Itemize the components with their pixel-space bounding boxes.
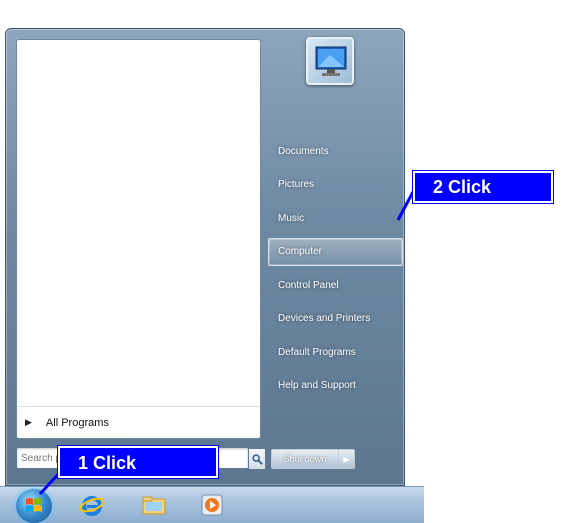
shutdown-options-button[interactable]: ▶ bbox=[339, 449, 355, 469]
all-programs-item[interactable]: ▶ All Programs bbox=[17, 406, 260, 438]
explorer-folder-icon[interactable] bbox=[140, 491, 168, 519]
right-pane: Documents Pictures Music Computer Contro… bbox=[268, 137, 403, 405]
step-2-callout: 2 Click bbox=[413, 171, 553, 203]
all-programs-label: All Programs bbox=[45, 416, 109, 429]
ie-logo-icon bbox=[79, 496, 105, 516]
start-button[interactable] bbox=[16, 489, 52, 523]
shutdown-button[interactable]: Shut down bbox=[271, 449, 339, 469]
monitor-icon bbox=[315, 46, 347, 76]
documents-item[interactable]: Documents bbox=[268, 137, 403, 165]
taskbar bbox=[0, 486, 424, 523]
user-picture[interactable] bbox=[306, 37, 354, 85]
help-support-item[interactable]: Help and Support bbox=[268, 372, 403, 400]
shutdown-label: Shut down bbox=[283, 454, 327, 464]
music-item[interactable]: Music bbox=[268, 204, 403, 232]
control-panel-label: Control Panel bbox=[278, 279, 339, 291]
help-support-label: Help and Support bbox=[278, 380, 356, 391]
documents-label: Documents bbox=[278, 145, 329, 157]
programs-pane: ▶ All Programs bbox=[16, 39, 261, 439]
step-1-label: 1 Click bbox=[78, 453, 137, 473]
default-programs-label: Default Programs bbox=[278, 346, 356, 358]
triangle-right-icon: ▶ bbox=[343, 454, 350, 464]
magnifier-icon bbox=[251, 453, 263, 465]
windows-logo-icon bbox=[26, 498, 42, 512]
control-panel-item[interactable]: Control Panel bbox=[268, 271, 403, 299]
play-icon bbox=[201, 494, 223, 516]
step-2-label: 2 Click bbox=[433, 177, 492, 197]
devices-printers-label: Devices and Printers bbox=[278, 313, 371, 324]
pictures-item[interactable]: Pictures bbox=[268, 171, 403, 199]
search-button[interactable] bbox=[248, 448, 266, 470]
media-player-icon[interactable] bbox=[198, 491, 226, 519]
computer-item[interactable]: Computer bbox=[268, 237, 403, 266]
default-programs-item[interactable]: Default Programs bbox=[268, 338, 403, 366]
pictures-label: Pictures bbox=[278, 179, 315, 190]
start-menu: ▶ All Programs Documents Pictures Music … bbox=[5, 28, 405, 486]
music-label: Music bbox=[278, 212, 305, 224]
folder-icon bbox=[142, 496, 166, 515]
computer-label: Computer bbox=[278, 246, 322, 257]
shutdown-group: Shut down ▶ bbox=[271, 449, 355, 469]
internet-explorer-icon[interactable] bbox=[78, 491, 106, 519]
devices-printers-item[interactable]: Devices and Printers bbox=[268, 305, 403, 333]
triangle-right-icon: ▶ bbox=[25, 417, 32, 427]
step-1-callout: 1 Click bbox=[58, 446, 218, 478]
